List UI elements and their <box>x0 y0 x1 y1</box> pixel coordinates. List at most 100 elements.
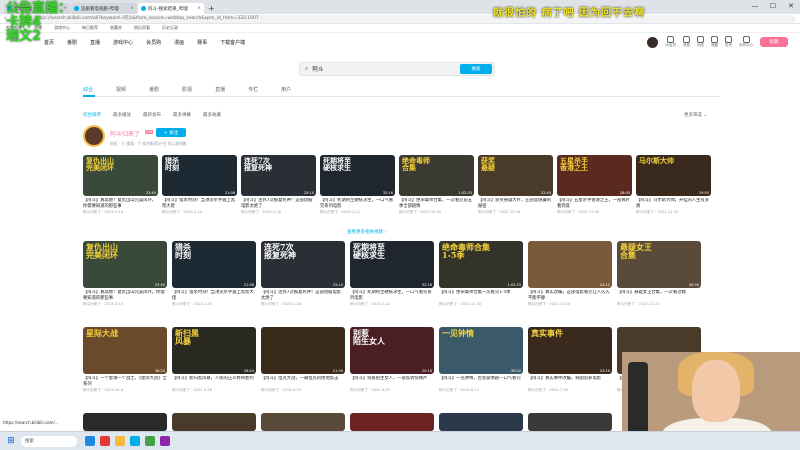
avatar[interactable] <box>83 125 105 147</box>
header-icon-0[interactable]: 大会员 <box>666 36 676 48</box>
video-thumbnail[interactable]: 真实事件 23:10 <box>528 327 612 374</box>
taskbar-app-icon[interactable] <box>85 436 95 446</box>
video-card[interactable]: 绝命毒师 合集 1:02:33 【阿斗】绝命毒师合集，一次看完前五季全部剧情 阿斗归来… <box>399 155 474 215</box>
video-title[interactable]: 【阿斗】连死7次报复死神！这部烧脑电影太绝了 <box>261 290 345 301</box>
nav-item[interactable]: 赛事 <box>197 40 207 46</box>
search-button[interactable]: 搜索 <box>460 64 492 74</box>
video-thumbnail[interactable]: 猎杀 时刻 21:08 <box>172 241 256 288</box>
nav-item[interactable]: 漫画 <box>174 40 184 46</box>
video-card[interactable]: 别惹 陌生女人 20:18 【阿斗】别惹陌生女人，一部反转惊悚片 阿斗归来了 · 20… <box>350 327 434 393</box>
video-card[interactable]: 连死7次 报复死神 25:10 【阿斗】连死7次报复死神！这部烧脑电影太绝了 阿斗归来… <box>241 155 316 215</box>
bookmark-item[interactable]: 历史记录 <box>162 25 178 31</box>
video-title[interactable]: 【阿斗】别惹陌生女人，一部反转惊悚片 <box>350 376 434 387</box>
video-thumbnail[interactable]: 复仇出山 完美闭环 23:45 <box>83 155 158 196</box>
video-card[interactable]: 死期将至 硬核求生 32:16 【阿斗】死期将至硬核求生，一口气看完系列电影 阿斗归来… <box>320 155 395 215</box>
video-thumbnail[interactable]: 连死7次 报复死神 25:10 <box>241 155 316 196</box>
video-title[interactable]: 【阿斗】获奖悬疑大片，庄园里隐藏的秘密 <box>478 198 553 209</box>
video-thumbnail[interactable]: 复仇出山 完美闭环 23:45 <box>83 241 167 288</box>
nav-item[interactable]: 直播 <box>90 40 100 46</box>
video-card[interactable]: 24:12 【阿斗】真实改编，这部电影看完让人久久不能平静 阿斗归来了 · 2022… <box>528 241 612 307</box>
nav-item[interactable]: 会员购 <box>146 40 161 46</box>
video-card[interactable]: 猎杀 时刻 21:08 【阿斗】猎杀时刻！当顶尖杀手遇上黑帮大佬 阿斗归来了 · 20… <box>172 241 256 307</box>
tab-4[interactable]: 直播 <box>215 86 225 93</box>
video-thumbnail[interactable]: 获奖 悬疑 22:40 <box>478 155 553 196</box>
sort-option[interactable]: 最新发布 <box>143 112 161 118</box>
sort-option[interactable]: 综合排序 <box>83 112 101 118</box>
video-thumbnail[interactable]: 五星杀手 香港之王 28:05 <box>557 155 632 196</box>
tab-0[interactable]: 综合 <box>83 86 93 93</box>
video-card[interactable]: 21:30 【阿斗】坦克大战，一辆坦克的绝地反击 阿斗归来了 · 2022-9-10 <box>261 327 345 393</box>
video-title[interactable]: 【阿斗】绝命毒师合集，一次看完前五季全部剧情 <box>399 198 474 209</box>
bookmark-item[interactable]: 稍后再看 <box>134 25 150 31</box>
bookmark-item[interactable]: 每日推荐 <box>82 25 98 31</box>
url-input[interactable]: https://search.bilibili.com/all?keyword=… <box>28 14 796 23</box>
video-card[interactable]: 新扫黑 风暴 26:44 【阿斗】新扫黑风暴，人民的正义终将胜利 阿斗归来了 · 20… <box>172 327 256 393</box>
video-card[interactable]: 真实事件 23:10 【阿斗】真实事件改编，韩国犯罪电影 阿斗归来了 · 2022-7… <box>528 327 612 393</box>
sort-option[interactable]: 最多收藏 <box>203 112 221 118</box>
video-title[interactable]: 【阿斗】五星杀手香港之王，一部爽片看到底 <box>557 198 632 209</box>
maximize-icon[interactable]: ☐ <box>764 0 782 12</box>
close-icon[interactable]: × <box>130 6 134 11</box>
video-title[interactable]: 【阿斗】死期将至硬核求生，一口气看完系列电影 <box>350 290 434 301</box>
avatar[interactable] <box>646 36 658 48</box>
taskbar-app-icon[interactable] <box>130 436 140 446</box>
minimize-icon[interactable]: — <box>746 0 764 12</box>
video-thumbnail[interactable]: 悬疑女王 合集 45:30 <box>617 241 701 288</box>
taskbar-app-icon[interactable] <box>115 436 125 446</box>
video-title[interactable]: 【阿斗】猎杀时刻！当顶尖杀手遇上黑帮大佬 <box>162 198 237 209</box>
upload-button[interactable]: 投稿 <box>760 37 788 47</box>
video-title[interactable]: 【阿斗】连死7次报复死神！这部烧脑电影太绝了 <box>241 198 316 209</box>
video-card[interactable]: 星际大战 38:20 【阿斗】一个星球一个战士，《星际大战》全系列 阿斗归来了 · 2… <box>83 327 167 393</box>
tab-5[interactable]: 专栏 <box>248 86 258 93</box>
video-title[interactable]: 【阿斗】一见钟情，古装爱情剧一口气看完 <box>439 376 523 387</box>
video-thumbnail[interactable]: 死期将至 硬核求生 32:16 <box>320 155 395 196</box>
video-card[interactable]: 死期将至 硬核求生 32:16 【阿斗】死期将至硬核求生，一口气看完系列电影 阿斗归来… <box>350 241 434 307</box>
close-window-icon[interactable]: ✕ <box>782 0 800 12</box>
header-icon-4[interactable]: 历史 <box>725 36 732 48</box>
tab-6[interactable]: 用户 <box>281 86 291 93</box>
video-thumbnail[interactable]: 马尔斯大帅 19:55 <box>636 155 711 196</box>
video-card[interactable]: 马尔斯大帅 19:55 【阿斗】马尔斯大帅，开挂的人生有多爽 阿斗归来了 · 2022… <box>636 155 711 215</box>
video-thumbnail[interactable]: 别惹 陌生女人 20:18 <box>350 327 434 374</box>
browser-tab[interactable]: 阿斗-搜索结果_哔哩 × <box>138 3 204 14</box>
close-icon[interactable]: × <box>197 6 201 11</box>
sort-option[interactable]: 最多播放 <box>113 112 131 118</box>
bookmark-item[interactable]: 收藏夹 <box>110 25 122 31</box>
video-title[interactable]: 【阿斗】猎杀时刻！当顶尖杀手遇上黑帮大佬 <box>172 290 256 301</box>
tab-2[interactable]: 番剧 <box>149 86 159 93</box>
header-icon-3[interactable]: 收藏 <box>711 36 718 48</box>
sort-option[interactable]: 最多弹幕 <box>173 112 191 118</box>
header-icon-5[interactable]: 创作中心 <box>739 36 753 48</box>
video-card[interactable]: 一见钟情 30:02 【阿斗】一见钟情，古装爱情剧一口气看完 阿斗归来了 · 2022… <box>439 327 523 393</box>
video-title[interactable]: 【阿斗】死期将至硬核求生，一口气看完系列电影 <box>320 198 395 209</box>
header-icon-2[interactable]: 动态 <box>697 36 704 48</box>
taskbar-search[interactable]: 搜索 <box>21 435 77 447</box>
windows-start-icon[interactable]: ⊞ <box>4 435 18 447</box>
video-thumbnail[interactable]: 死期将至 硬核求生 32:16 <box>350 241 434 288</box>
video-card[interactable]: 猎杀 时刻 21:08 【阿斗】猎杀时刻！当顶尖杀手遇上黑帮大佬 阿斗归来了 · 20… <box>162 155 237 215</box>
taskbar-app-icon[interactable] <box>145 436 155 446</box>
video-title[interactable]: 【阿斗】一个星球一个战士，《星际大战》全系列 <box>83 376 167 387</box>
video-title[interactable]: 【阿斗】真高燃！复仇出山完美闭环，你需要知道的那些事 <box>83 290 167 301</box>
new-tab-button[interactable]: + <box>208 3 215 14</box>
video-card[interactable]: 获奖 悬疑 22:40 【阿斗】获奖悬疑大片，庄园里隐藏的秘密 阿斗归来了 · 202… <box>478 155 553 215</box>
video-thumbnail[interactable]: 绝命毒师 合集 1:02:33 <box>399 155 474 196</box>
follow-button[interactable]: + 关注 <box>156 128 186 137</box>
video-title[interactable]: 【阿斗】马尔斯大帅，开挂的人生有多爽 <box>636 198 711 209</box>
video-thumbnail[interactable]: 一见钟情 30:02 <box>439 327 523 374</box>
video-thumbnail[interactable]: 21:30 <box>261 327 345 374</box>
video-thumbnail[interactable]: 24:12 <box>528 241 612 288</box>
tab-3[interactable]: 影视 <box>182 86 192 93</box>
video-title[interactable]: 【阿斗】新扫黑风暴，人民的正义终将胜利 <box>172 376 256 387</box>
video-card[interactable]: 复仇出山 完美闭环 23:45 【阿斗】真高燃！复仇出山完美闭环，你需要知道的那些事… <box>83 241 167 307</box>
tab-1[interactable]: 视频 <box>116 86 126 93</box>
video-title[interactable]: 【阿斗】真实改编，这部电影看完让人久久不能平静 <box>528 290 612 301</box>
taskbar-app-icon[interactable] <box>160 436 170 446</box>
video-card[interactable]: 连死7次 报复死神 25:10 【阿斗】连死7次报复死神！这部烧脑电影太绝了 阿斗归来… <box>261 241 345 307</box>
nav-item[interactable]: 下载客户端 <box>220 40 245 46</box>
video-thumbnail[interactable]: 绝命毒师合集 1-5季 1:02:33 <box>439 241 523 288</box>
video-card[interactable]: 五星杀手 香港之王 28:05 【阿斗】五星杀手香港之王，一部爽片看到底 阿斗归来了 … <box>557 155 632 215</box>
header-icon-1[interactable]: 消息 <box>683 36 690 48</box>
video-card[interactable]: 悬疑女王 合集 45:30 【阿斗】悬疑女王合集，一次看过瘾 阿斗归来了 · 2022… <box>617 241 701 307</box>
video-card[interactable]: 绝命毒师合集 1-5季 1:02:33 【阿斗】绝命毒师合集一次看完1-5季 阿斗归来… <box>439 241 523 307</box>
